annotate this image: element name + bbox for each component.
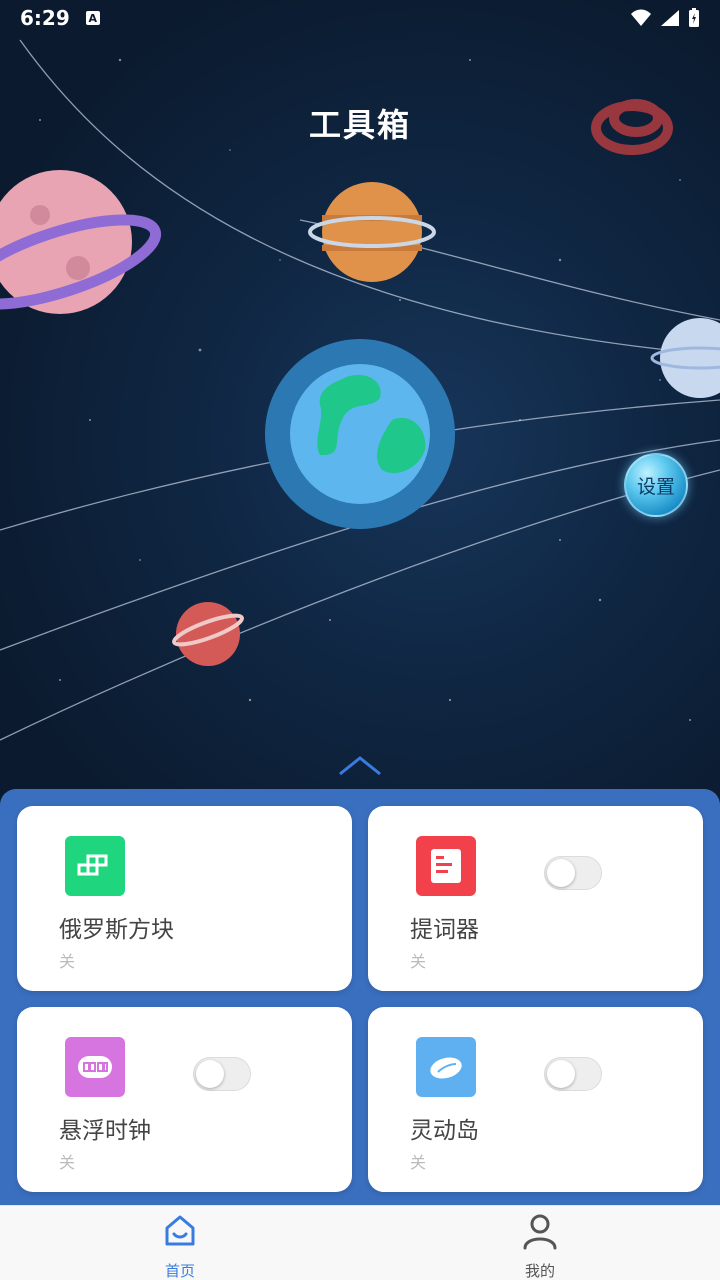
notification-icon: A bbox=[85, 11, 100, 25]
tool-card-floating-clock[interactable]: 悬浮时钟 关 bbox=[17, 1007, 352, 1192]
earth-icon[interactable] bbox=[265, 339, 455, 529]
tool-status: 关 bbox=[59, 952, 76, 971]
toggle-knob bbox=[547, 1060, 575, 1088]
toggle-knob bbox=[547, 859, 575, 887]
tools-panel: 俄罗斯方块 关 提词器 关 悬浮时钟 关 灵动岛 关 bbox=[0, 789, 720, 1209]
wifi-icon bbox=[631, 9, 651, 26]
teleprompter-icon bbox=[416, 836, 476, 896]
tool-status: 关 bbox=[410, 1153, 427, 1172]
tool-toggle[interactable] bbox=[544, 1057, 602, 1091]
status-bar: 6:29 A bbox=[0, 0, 720, 36]
profile-icon bbox=[523, 1214, 557, 1250]
tool-card-teleprompter[interactable]: 提词器 关 bbox=[368, 806, 703, 991]
signal-icon bbox=[661, 10, 679, 26]
status-time: 6:29 bbox=[20, 6, 70, 30]
clock-icon bbox=[65, 1037, 125, 1097]
tool-toggle[interactable] bbox=[193, 1057, 251, 1091]
nav-label: 我的 bbox=[524, 1262, 555, 1280]
tetris-icon bbox=[65, 836, 125, 896]
tool-status: 关 bbox=[59, 1153, 76, 1172]
chevron-up-icon[interactable] bbox=[336, 752, 384, 780]
tool-status: 关 bbox=[410, 952, 427, 971]
home-icon bbox=[165, 1215, 195, 1246]
battery-icon bbox=[689, 8, 699, 27]
page-title: 工具箱 bbox=[308, 106, 411, 144]
toggle-knob bbox=[196, 1060, 224, 1088]
tool-card-dynamic-island[interactable]: 灵动岛 关 bbox=[368, 1007, 703, 1192]
tool-name: 提词器 bbox=[410, 917, 479, 943]
tool-name: 俄罗斯方块 bbox=[59, 917, 174, 943]
nav-label: 首页 bbox=[164, 1262, 195, 1280]
nav-item-profile[interactable]: 我的 bbox=[480, 1206, 600, 1280]
tool-name: 灵动岛 bbox=[410, 1118, 479, 1144]
tool-name: 悬浮时钟 bbox=[59, 1118, 151, 1144]
tool-toggle[interactable] bbox=[544, 856, 602, 890]
bottom-nav: 首页 我的 bbox=[0, 1205, 720, 1280]
settings-button[interactable]: 设置 bbox=[624, 453, 688, 517]
nav-item-home[interactable]: 首页 bbox=[120, 1206, 240, 1280]
island-icon bbox=[416, 1037, 476, 1097]
tool-card-tetris[interactable]: 俄罗斯方块 关 bbox=[17, 806, 352, 991]
